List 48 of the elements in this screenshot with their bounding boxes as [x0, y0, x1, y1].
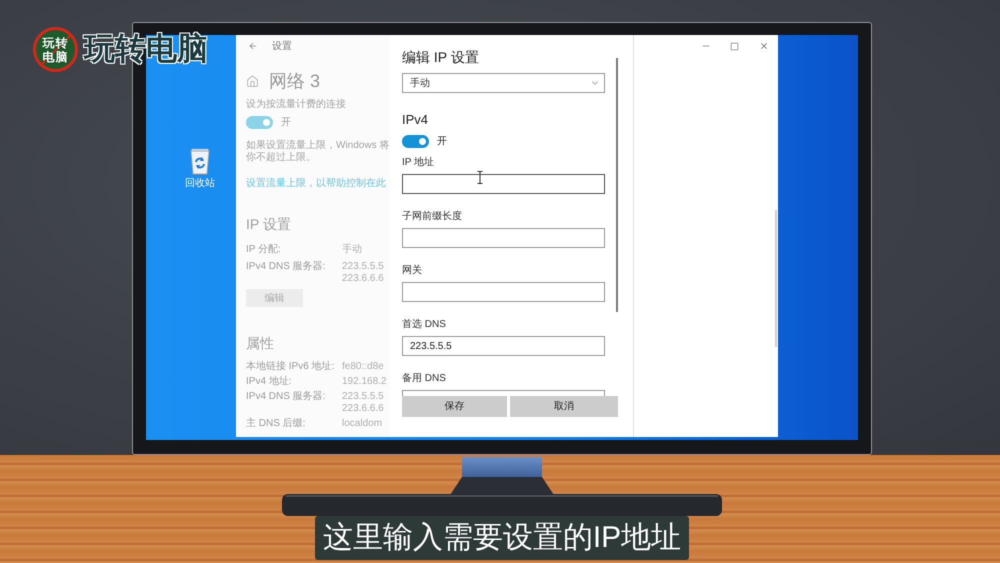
field-label: IP 地址 [402, 157, 436, 169]
desktop-icon-label: 回收站 [185, 178, 215, 189]
field-label: 备用 DNS [402, 373, 447, 385]
property-value: fe80::d8e [342, 361, 385, 373]
toggle-switch[interactable] [402, 134, 429, 148]
property-label: IP 分配: [246, 244, 282, 256]
text-cursor-icon [477, 171, 483, 184]
recycle-bin-icon[interactable] [189, 148, 211, 175]
property-label: 本地链接 IPv6 地址: [246, 361, 336, 373]
dialog-button[interactable]: 取消 [510, 396, 618, 417]
property-value: 223.6.6.6 [342, 273, 385, 285]
toggle-label: 开 [437, 134, 447, 148]
property-label: IPv4 地址: [246, 376, 293, 388]
close-icon [758, 41, 768, 51]
section-heading: 属性 [246, 335, 275, 351]
input-field[interactable] [402, 228, 605, 248]
input-field[interactable] [402, 282, 605, 302]
property-value: localdom [342, 418, 384, 430]
dialog-scrollbar[interactable] [616, 58, 618, 312]
property-value: 223.5.5.5 [342, 261, 385, 273]
property-label: IPv4 DNS 服务器: [246, 391, 326, 404]
property-label: 主 DNS 后缀: [246, 418, 306, 430]
property-value: 223.6.6.6 [342, 403, 385, 415]
setting-label: 设为按流量计费的连接 [246, 99, 347, 111]
input-field[interactable]: 223.5.5.5 [402, 336, 605, 356]
field-label: 网关 [402, 265, 423, 277]
section-heading: IP 设置 [246, 216, 292, 232]
toggle-label: 开 [281, 116, 291, 130]
page-title: 网络 3 [269, 71, 320, 91]
description-text: 如果设置流量上限，Windows 将 你不超过上限。 [246, 140, 390, 164]
mode-dropdown[interactable]: 手动 [402, 73, 605, 93]
property-value: 223.5.5.5 [342, 391, 385, 403]
maximize-icon [730, 42, 739, 50]
input-field[interactable] [402, 174, 605, 194]
dialog-button[interactable]: 保存 [402, 396, 507, 417]
field-label: 子网前缀长度 [402, 211, 463, 223]
window-title: 设置 [272, 40, 292, 54]
dialog-title: 编辑 IP 设置 [402, 49, 480, 65]
subtitle-caption: 这里输入需要设置的IP地址 [314, 516, 690, 560]
back-arrow-icon[interactable] [248, 41, 258, 51]
toggle-switch[interactable] [246, 116, 273, 128]
field-label: 首选 DNS [402, 319, 447, 331]
section-heading: IPv4 [402, 112, 430, 128]
home-icon[interactable] [246, 74, 259, 88]
window-scrollbar[interactable] [775, 210, 777, 347]
property-label: IPv4 DNS 服务器: [246, 261, 326, 274]
property-value: 手动 [342, 244, 363, 256]
property-value: 192.168.2 [342, 376, 388, 388]
